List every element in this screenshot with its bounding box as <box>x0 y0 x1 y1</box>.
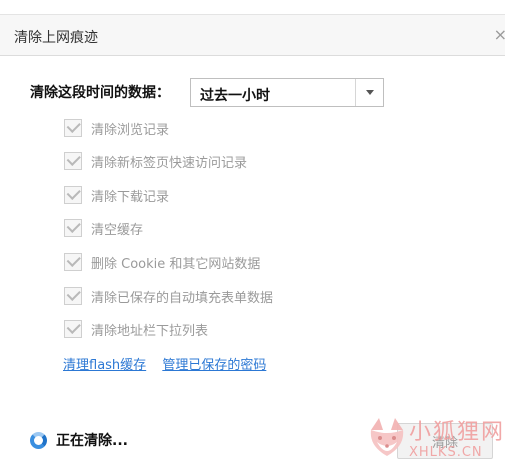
option-download-history[interactable]: 清除下载记录 <box>64 184 169 206</box>
check-icon <box>66 118 81 133</box>
loading-spinner-icon <box>30 431 47 449</box>
option-label: 删除 Cookie 和其它网站数据 <box>91 256 261 272</box>
option-clear-cache[interactable]: 清空缓存 <box>64 217 143 239</box>
check-icon <box>66 151 81 166</box>
option-label: 清除新标签页快速访问记录 <box>91 155 248 171</box>
checkbox[interactable] <box>64 286 82 305</box>
check-icon <box>66 319 81 334</box>
time-range-row: 清除这段时间的数据： 过去一小时 <box>30 78 384 107</box>
clearing-status: 正在清除... <box>30 430 128 450</box>
option-address-bar-list[interactable]: 清除地址栏下拉列表 <box>64 318 208 340</box>
watermark-name: 小狐狸网 <box>409 420 505 445</box>
fox-logo-icon <box>370 418 404 456</box>
checkbox[interactable] <box>64 218 82 237</box>
checkbox[interactable] <box>64 252 82 271</box>
check-icon <box>66 252 81 267</box>
clear-browsing-data-dialog: 清除上网痕迹 × 清除这段时间的数据： 过去一小时 清除浏览记录 清除新标签页快… <box>0 0 505 471</box>
option-cookies[interactable]: 删除 Cookie 和其它网站数据 <box>64 251 260 273</box>
option-browsing-history[interactable]: 清除浏览记录 <box>64 117 169 139</box>
checkbox[interactable] <box>64 118 82 137</box>
watermark: 小狐狸网 XHLKS.CN <box>365 412 505 471</box>
links-row: 清理flash缓存 管理已保存的密码 <box>63 354 278 373</box>
manage-passwords-link[interactable]: 管理已保存的密码 <box>162 358 266 373</box>
checkbox[interactable] <box>64 319 82 338</box>
option-label: 清空缓存 <box>91 222 144 238</box>
option-label: 清除下载记录 <box>91 189 170 205</box>
option-label: 清除浏览记录 <box>91 122 170 138</box>
chevron-down-icon <box>365 90 374 95</box>
option-label: 清除已保存的自动填充表单数据 <box>91 290 274 306</box>
close-icon[interactable]: × <box>494 25 505 44</box>
time-range-select[interactable]: 过去一小时 <box>190 78 384 107</box>
watermark-domain: XHLKS.CN <box>409 445 483 460</box>
option-label: 清除地址栏下拉列表 <box>91 323 209 339</box>
check-icon <box>66 286 81 301</box>
dialog-title: 清除上网痕迹 <box>14 30 98 46</box>
time-range-selected-value: 过去一小时 <box>200 88 270 104</box>
checkbox[interactable] <box>64 151 82 170</box>
option-new-tab-history[interactable]: 清除新标签页快速访问记录 <box>64 150 247 172</box>
check-icon <box>66 218 81 233</box>
time-range-label: 清除这段时间的数据： <box>30 85 170 101</box>
checkbox[interactable] <box>64 185 82 204</box>
option-autofill[interactable]: 清除已保存的自动填充表单数据 <box>64 285 273 307</box>
status-text: 正在清除... <box>56 433 128 449</box>
check-icon <box>66 185 81 200</box>
dropdown-arrow-button[interactable] <box>355 79 383 106</box>
dialog-titlebar: 清除上网痕迹 × <box>0 14 505 56</box>
clear-flash-cache-link[interactable]: 清理flash缓存 <box>63 358 146 373</box>
